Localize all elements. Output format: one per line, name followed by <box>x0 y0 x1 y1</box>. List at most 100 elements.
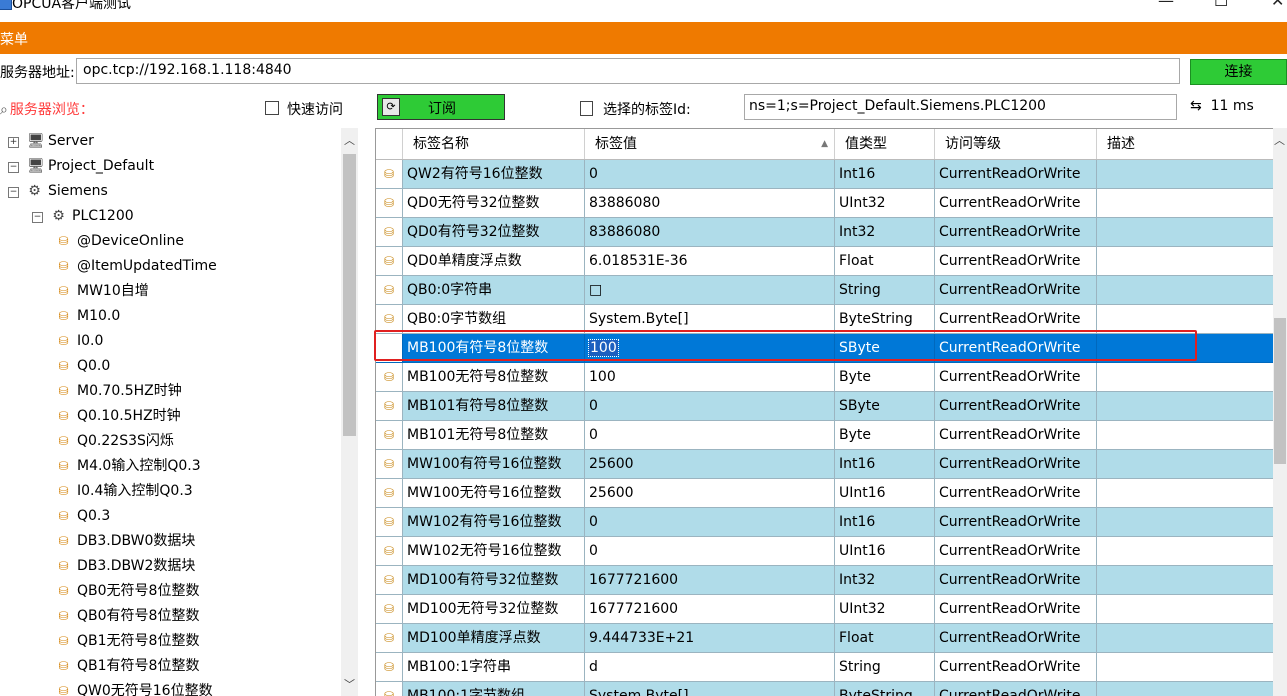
tree-item[interactable]: − 🖥 Project_Default <box>8 154 154 179</box>
connect-button[interactable]: 连接 <box>1190 59 1287 85</box>
tree-item[interactable]: ⛁ Q0.10.5HZ时钟 <box>56 404 180 429</box>
column-header-tag-name[interactable]: 标签名称 <box>403 129 585 159</box>
tree-item[interactable]: ⛁ M0.70.5HZ时钟 <box>56 379 181 404</box>
tag-value-cell[interactable]: 100 <box>585 334 835 363</box>
copy-icon[interactable] <box>580 101 593 116</box>
tree-item[interactable]: ⛁ QB1无符号8位整数 <box>56 629 199 654</box>
close-button[interactable]: ✕ <box>1271 0 1284 10</box>
tree-item[interactable]: ⛁ QW0无符号16位整数 <box>56 679 212 696</box>
column-header-description[interactable]: 描述 <box>1097 129 1273 159</box>
table-row[interactable]: ⛁ MD100无符号32位整数 1677721600 UInt32 CurrentRea… <box>376 595 1273 624</box>
table-row[interactable]: ⛁ MB100:1字节数组 System.Byte[] ByteString Curre… <box>376 682 1273 696</box>
tag-value-cell[interactable]: d <box>585 653 835 682</box>
tag-value-cell[interactable]: 0 <box>585 537 835 566</box>
tree-item[interactable]: ⛁ M10.0 <box>56 304 120 329</box>
table-row[interactable]: ⛁ MW102无符号16位整数 0 UInt16 CurrentReadOrWrite <box>376 537 1273 566</box>
value-type-cell: ByteString <box>835 305 935 334</box>
table-row[interactable]: ⛁ QB0:0字节数组 System.Byte[] ByteString Current… <box>376 305 1273 334</box>
tag-value-cell[interactable]: 1677721600 <box>585 595 835 624</box>
checkbox-icon[interactable] <box>265 101 279 115</box>
table-row-selected[interactable]: ⛁ MB100有符号8位整数 100 SByte CurrentReadOrWrite <box>376 334 1273 363</box>
column-header-label: 标签值 <box>595 136 637 152</box>
tree-item[interactable]: ⛁ MW10自增 <box>56 279 148 304</box>
server-address-input[interactable]: opc.tcp://192.168.1.118:4840 <box>76 58 1180 84</box>
tag-value-cell[interactable]: 0 <box>585 392 835 421</box>
tree-item[interactable]: − ⚙ PLC1200 <box>32 204 134 229</box>
table-row[interactable]: ⛁ MB100:1字符串 d String CurrentReadOrWrite <box>376 653 1273 682</box>
tag-value-cell[interactable]: 0 <box>585 160 835 189</box>
tag-value-cell[interactable]: 25600 <box>585 450 835 479</box>
tree-item[interactable]: ⛁ QB0无符号8位整数 <box>56 579 199 604</box>
table-row[interactable]: ⛁ QW2有符号16位整数 0 Int16 CurrentReadOrWrite <box>376 160 1273 189</box>
tag-value-cell[interactable]: 0 <box>585 421 835 450</box>
tag-value-cell[interactable]: System.Byte[] <box>585 682 835 696</box>
table-row[interactable]: ⛁ MW102有符号16位整数 0 Int16 CurrentReadOrWrite <box>376 508 1273 537</box>
column-header-tag-value[interactable]: 标签值 ▲ <box>585 129 835 159</box>
maximize-button[interactable]: ☐ <box>1214 0 1228 10</box>
quick-access-checkbox[interactable]: 快速访问 <box>265 99 343 119</box>
tree-item[interactable]: ⛁ QB0有符号8位整数 <box>56 604 199 629</box>
table-row[interactable]: ⛁ MW100无符号16位整数 25600 UInt16 CurrentReadOrWr… <box>376 479 1273 508</box>
table-row[interactable]: ⛁ MW100有符号16位整数 25600 Int16 CurrentReadOrWri… <box>376 450 1273 479</box>
table-row[interactable]: ⛁ MD100有符号32位整数 1677721600 Int32 CurrentRead… <box>376 566 1273 595</box>
expand-icon[interactable]: + <box>8 137 19 148</box>
tag-value-cell[interactable]: 83886080 <box>585 218 835 247</box>
tree-item[interactable]: ⛁ @DeviceOnline <box>56 229 184 254</box>
scroll-up-icon[interactable]: ︿ <box>344 132 355 148</box>
tag-value-cell[interactable]: 6.018531E-36 <box>585 247 835 276</box>
tag-value-cell[interactable]: 83886080 <box>585 189 835 218</box>
table-row[interactable]: ⛁ MB101有符号8位整数 0 SByte CurrentReadOrWrite <box>376 392 1273 421</box>
tag-name-cell: MB100:1字符串 <box>403 653 585 682</box>
tag-value-cell[interactable]: 100 <box>585 363 835 392</box>
grid-scroll-up-icon[interactable]: ︿ <box>1274 132 1285 148</box>
column-header-access-level[interactable]: 访问等级 <box>935 129 1097 159</box>
tag-icon: ⛁ <box>58 434 69 448</box>
collapse-icon[interactable]: − <box>8 187 19 198</box>
tree-item[interactable]: ⛁ I0.4输入控制Q0.3 <box>56 479 192 504</box>
collapse-icon[interactable]: − <box>8 162 19 173</box>
table-row[interactable]: ⛁ QD0单精度浮点数 6.018531E-36 Float CurrentReadOr… <box>376 247 1273 276</box>
tag-icon: ⛁ <box>58 359 69 373</box>
tree-item[interactable]: ⛁ DB3.DBW0数据块 <box>56 529 195 554</box>
tree-item[interactable]: ⛁ @ItemUpdatedTime <box>56 254 216 279</box>
grid-scroll-thumb[interactable] <box>1274 318 1286 464</box>
tag-name-cell: MB101有符号8位整数 <box>403 392 585 421</box>
tag-value-cell[interactable]: 9.444733E+21 <box>585 624 835 653</box>
table-row[interactable]: ⛁ MD100单精度浮点数 9.444733E+21 Float CurrentRead… <box>376 624 1273 653</box>
menu-item[interactable]: 菜单 <box>0 29 28 49</box>
tree-item[interactable]: ⛁ DB3.DBW2数据块 <box>56 554 195 579</box>
server-tree[interactable]: + 🖥 Server − 🖥 Project_Default − ⚙ Siemens − ⚙ PLC1… <box>0 128 358 696</box>
description-cell <box>1097 218 1273 247</box>
tree-item[interactable]: − ⚙ Siemens <box>8 179 108 204</box>
tree-item[interactable]: ⛁ Q0.22S3S闪烁 <box>56 429 173 454</box>
tag-value-cell[interactable]: 0 <box>585 508 835 537</box>
collapse-icon[interactable]: − <box>32 212 43 223</box>
tag-value-cell[interactable]: 25600 <box>585 479 835 508</box>
subscribe-button[interactable]: ⟳ 订阅 <box>377 94 505 120</box>
table-row[interactable]: ⛁ MB101无符号8位整数 0 Byte CurrentReadOrWrite <box>376 421 1273 450</box>
column-header-value-type[interactable]: 值类型 <box>835 129 935 159</box>
tree-scrollbar[interactable]: ︿ ﹀ <box>341 128 358 696</box>
table-row[interactable]: ⛁ MB100无符号8位整数 100 Byte CurrentReadOrWrite <box>376 363 1273 392</box>
tree-item[interactable]: ⛁ Q0.3 <box>56 504 110 529</box>
tree-item[interactable]: ⛁ M4.0输入控制Q0.3 <box>56 454 200 479</box>
minimize-button[interactable]: — <box>1158 0 1174 10</box>
table-row[interactable]: ⛁ QB0:0字符串 □ String CurrentReadOrWrite <box>376 276 1273 305</box>
grid-scrollbar[interactable]: ︿ <box>1273 128 1287 696</box>
table-row[interactable]: ⛁ QD0有符号32位整数 83886080 Int32 CurrentReadOrWr… <box>376 218 1273 247</box>
tag-value-cell[interactable]: 1677721600 <box>585 566 835 595</box>
tree-item[interactable]: ⛁ I0.0 <box>56 329 103 354</box>
tree-item[interactable]: ⛁ QB1有符号8位整数 <box>56 654 199 679</box>
access-level-cell: CurrentReadOrWrite <box>935 421 1097 450</box>
scroll-down-icon[interactable]: ﹀ <box>344 676 355 692</box>
tree-scroll-thumb[interactable] <box>343 154 356 436</box>
selected-tag-id-field[interactable]: ns=1;s=Project_Default.Siemens.PLC1200 <box>744 94 1177 120</box>
tag-value-cell[interactable]: System.Byte[] <box>585 305 835 334</box>
tag-grid[interactable]: 标签名称 标签值 ▲ 值类型 访问等级 描述 ⛁ QW2有符号16位整数 0 Int16 Curr… <box>375 128 1273 696</box>
table-row[interactable]: ⛁ QD0无符号32位整数 83886080 UInt32 CurrentReadOrW… <box>376 189 1273 218</box>
tree-item[interactable]: + 🖥 Server <box>8 129 94 154</box>
tag-icon: ⛁ <box>58 609 69 623</box>
tree-item[interactable]: ⛁ Q0.0 <box>56 354 110 379</box>
column-header-rowheader[interactable] <box>376 129 403 159</box>
tag-value-cell[interactable]: □ <box>585 276 835 305</box>
